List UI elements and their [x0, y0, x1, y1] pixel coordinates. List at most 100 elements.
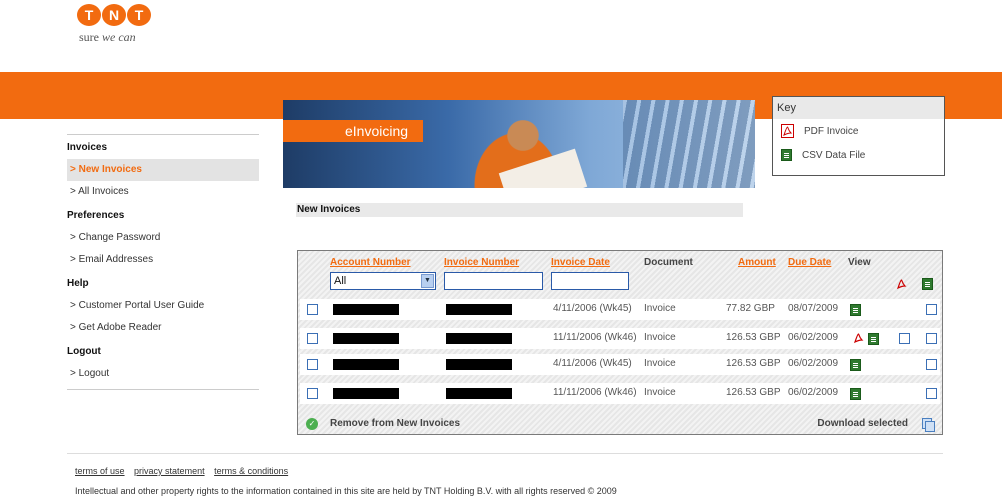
- csv-icon[interactable]: [850, 359, 861, 371]
- chevron-down-icon[interactable]: ▼: [421, 274, 434, 288]
- invoice-number-redacted: [446, 388, 512, 399]
- row-select-checkbox[interactable]: [307, 333, 318, 344]
- document-type: Invoice: [644, 387, 676, 398]
- due-date: 08/07/2009: [788, 303, 839, 314]
- account-number-redacted: [333, 388, 399, 399]
- csv-icon[interactable]: [850, 388, 861, 400]
- csv-icon[interactable]: [868, 333, 879, 345]
- nav-heading-invoices: Invoices: [67, 142, 108, 153]
- invoice-number-redacted: [446, 304, 512, 315]
- due-date: 06/02/2009: [788, 358, 839, 369]
- select-all-csv-icon[interactable]: [922, 278, 933, 290]
- row-select-checkbox[interactable]: [307, 359, 318, 370]
- terms-of-use-link[interactable]: terms of use: [75, 466, 125, 476]
- download-selected-button[interactable]: Download selected: [817, 418, 908, 429]
- check-icon[interactable]: ✓: [306, 418, 318, 430]
- tnt-logo: T N T sure we can: [77, 4, 152, 45]
- invoice-date: 4/11/2006 (Wk45): [553, 303, 632, 314]
- table-row: 4/11/2006 (Wk45) Invoice 126.53 GBP 06/0…: [300, 354, 940, 375]
- nav-new-invoices[interactable]: > New Invoices: [67, 159, 259, 181]
- tagline-we-can: we can: [102, 30, 136, 44]
- view-header: View: [848, 257, 871, 268]
- sort-invoice-date[interactable]: Invoice Date: [551, 257, 610, 268]
- amount: 126.53 GBP: [726, 387, 781, 398]
- document-type: Invoice: [644, 303, 676, 314]
- amount: 126.53 GBP: [726, 332, 781, 343]
- sort-due-date[interactable]: Due Date: [788, 257, 831, 268]
- table-row: 11/11/2006 (Wk46) Invoice 126.53 GBP 06/…: [300, 383, 940, 404]
- download-icon[interactable]: [922, 418, 935, 432]
- row-select-checkbox[interactable]: [307, 388, 318, 399]
- invoice-number-redacted: [446, 333, 512, 344]
- account-number-redacted: [333, 359, 399, 370]
- grid-actions: ✓ Remove from New Invoices Download sele…: [298, 415, 938, 434]
- amount: 77.82 GBP: [726, 303, 775, 314]
- pdf-icon[interactable]: [852, 331, 865, 345]
- nav-heading-preferences: Preferences: [67, 210, 125, 221]
- document-type: Invoice: [644, 332, 676, 343]
- invoice-grid: Account Number Invoice Number Invoice Da…: [297, 250, 943, 435]
- csv-label: CSV Data File: [802, 149, 866, 161]
- nav-user-guide[interactable]: > Customer Portal User Guide: [67, 295, 259, 317]
- row-select-checkbox[interactable]: [307, 304, 318, 315]
- invoice-date-filter[interactable]: [551, 272, 629, 290]
- footer-links: terms of use privacy statement terms & c…: [75, 466, 295, 476]
- invoice-date: 4/11/2006 (Wk45): [553, 358, 632, 369]
- amount: 126.53 GBP: [726, 358, 781, 369]
- due-date: 06/02/2009: [788, 332, 839, 343]
- pdf-icon: [781, 124, 794, 138]
- pdf-select-checkbox[interactable]: [899, 333, 910, 344]
- account-filter-value: All: [334, 275, 347, 287]
- document-header: Document: [644, 257, 693, 268]
- nav-change-password[interactable]: > Change Password: [67, 227, 259, 249]
- table-row: 11/11/2006 (Wk46) Invoice 126.53 GBP 06/…: [300, 328, 940, 349]
- tagline-sure: sure: [79, 30, 99, 44]
- select-all-pdf-icon[interactable]: [895, 277, 908, 291]
- logo-letter: T: [127, 4, 151, 26]
- banner-building: [623, 100, 755, 188]
- logo-letter: N: [102, 4, 126, 26]
- invoice-number-redacted: [446, 359, 512, 370]
- tagline: sure we can: [79, 30, 152, 45]
- due-date: 06/02/2009: [788, 387, 839, 398]
- csv-select-checkbox[interactable]: [926, 388, 937, 399]
- key-title: Key: [773, 97, 944, 119]
- sort-invoice-number[interactable]: Invoice Number: [444, 257, 519, 268]
- nav-logout[interactable]: > Logout: [67, 363, 259, 385]
- key-csv-row: CSV Data File: [773, 143, 944, 167]
- csv-icon[interactable]: [850, 304, 861, 316]
- banner-title: eInvoicing: [283, 120, 423, 142]
- nav-adobe-reader[interactable]: > Get Adobe Reader: [67, 317, 259, 339]
- csv-icon: [781, 149, 792, 161]
- sidebar: Invoices > New Invoices > All Invoices P…: [67, 134, 259, 390]
- terms-conditions-link[interactable]: terms & conditions: [214, 466, 288, 476]
- csv-select-checkbox[interactable]: [926, 359, 937, 370]
- invoice-date: 11/11/2006 (Wk46): [553, 332, 637, 343]
- pdf-label: PDF Invoice: [804, 125, 859, 137]
- invoice-number-filter[interactable]: [444, 272, 543, 290]
- page-title: New Invoices: [296, 203, 743, 217]
- nav-all-invoices[interactable]: > All Invoices: [67, 181, 259, 203]
- privacy-statement-link[interactable]: privacy statement: [134, 466, 205, 476]
- sort-amount[interactable]: Amount: [738, 257, 776, 268]
- einvoicing-banner: eInvoicing: [283, 100, 755, 188]
- nav-heading-logout: Logout: [67, 346, 101, 357]
- csv-select-checkbox[interactable]: [926, 304, 937, 315]
- footer-divider: [67, 453, 943, 454]
- account-number-redacted: [333, 333, 399, 344]
- account-filter-select[interactable]: All ▼: [330, 272, 436, 290]
- nav-email-addresses[interactable]: > Email Addresses: [67, 249, 259, 271]
- account-number-redacted: [333, 304, 399, 315]
- sort-account-number[interactable]: Account Number: [330, 257, 411, 268]
- copyright-text: Intellectual and other property rights t…: [75, 486, 617, 496]
- logo-letter: T: [77, 4, 101, 26]
- remove-from-new-button[interactable]: Remove from New Invoices: [330, 418, 460, 429]
- key-pdf-row: PDF Invoice: [773, 119, 944, 143]
- table-row: 4/11/2006 (Wk45) Invoice 77.82 GBP 08/07…: [300, 299, 940, 320]
- invoice-date: 11/11/2006 (Wk46): [553, 387, 637, 398]
- key-panel: Key PDF Invoice CSV Data File: [772, 96, 945, 176]
- sidebar-divider: [67, 389, 259, 390]
- document-type: Invoice: [644, 358, 676, 369]
- nav-heading-help: Help: [67, 278, 89, 289]
- csv-select-checkbox[interactable]: [926, 333, 937, 344]
